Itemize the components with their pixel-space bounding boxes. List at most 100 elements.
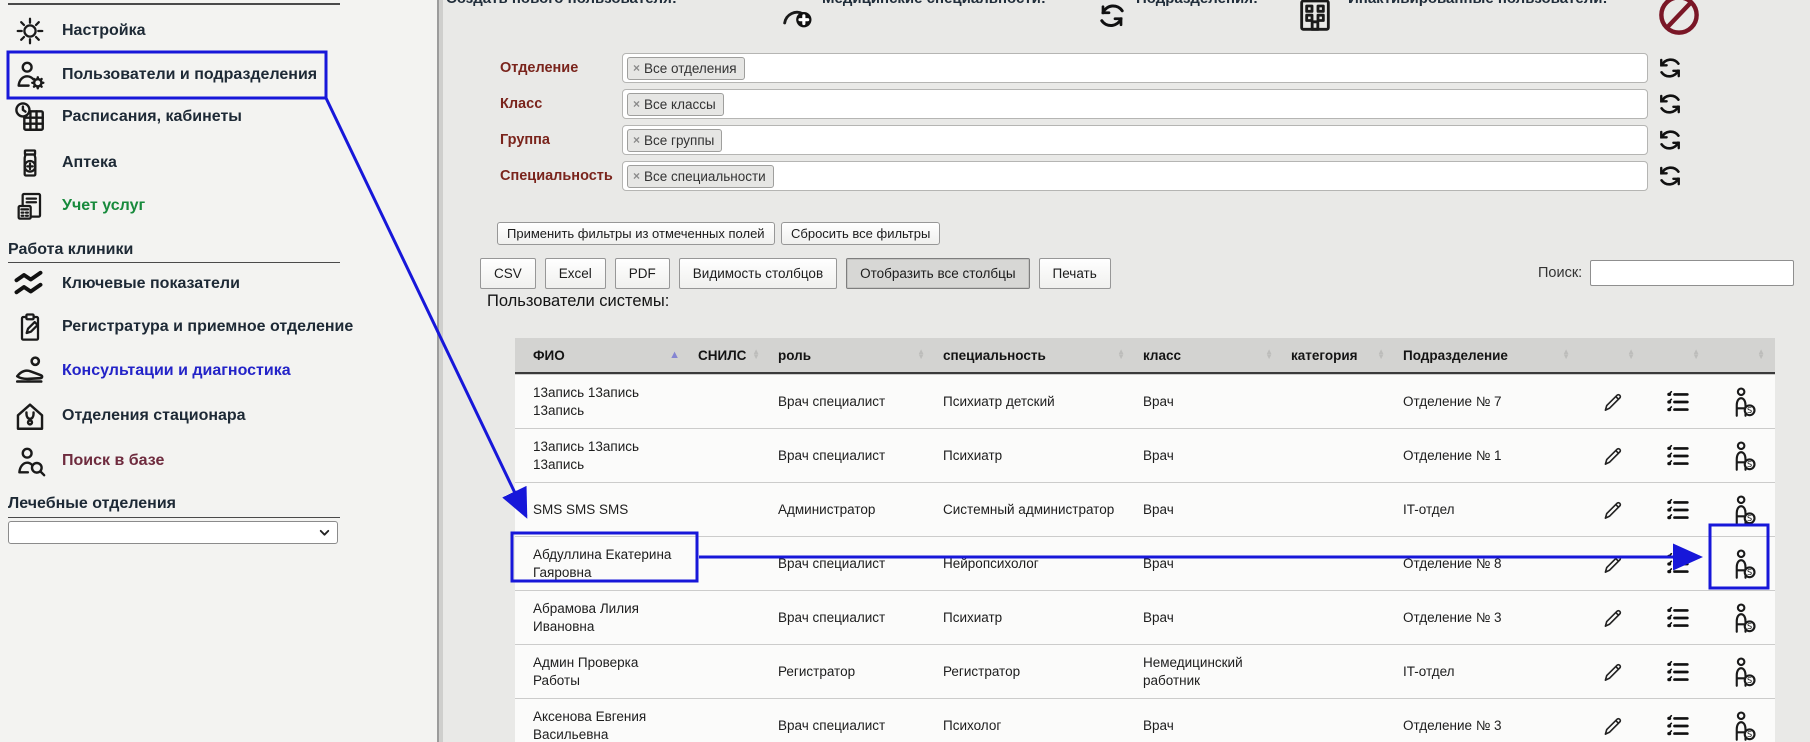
filter-input-класс[interactable]: ×Все классы [622, 89, 1648, 119]
user-payment-icon[interactable]: S [1728, 603, 1758, 633]
apply-filters-button[interactable]: Применить фильтры из отмеченных полей [497, 222, 775, 245]
details-list-icon[interactable] [1663, 387, 1693, 417]
chip-remove-icon[interactable]: × [633, 169, 640, 183]
column-header-actions-1[interactable]: ▲▼ [1580, 338, 1645, 372]
user-payment-icon[interactable]: S [1728, 657, 1758, 687]
sidebar-item-отделения-стационара[interactable]: Отделения стационара [12, 394, 246, 438]
details-list-icon[interactable] [1663, 711, 1693, 741]
column-header-actions-2[interactable]: ▲▼ [1645, 338, 1710, 372]
svg-text:S: S [1747, 567, 1752, 577]
table-row-аксенова[interactable]: Аксенова Евгения ВасильевнаВрач специали… [515, 698, 1775, 742]
cell-category [1283, 699, 1395, 742]
edit-pencil-icon[interactable] [1598, 387, 1628, 417]
column-header-класс[interactable]: класс▲▼ [1135, 338, 1283, 372]
user-payment-icon[interactable]: S [1728, 711, 1758, 741]
sidebar-top-rule [8, 3, 340, 5]
sidebar-item-расписания-кабинеты[interactable]: Расписания, кабинеты [12, 95, 242, 139]
search-input[interactable] [1590, 260, 1794, 286]
topbar-link-инактивированные-пользователи[interactable]: Инактивированные пользователи: [1348, 0, 1607, 7]
sidebar-item-поиск-в-базе[interactable]: Поиск в базе [12, 439, 164, 483]
cell-fio: Админ Проверка Работы [515, 645, 690, 698]
details-list-icon[interactable] [1663, 603, 1693, 633]
column-header-роль[interactable]: роль▲▼ [770, 338, 935, 372]
chip-remove-icon[interactable]: × [633, 97, 640, 111]
cell-action [1580, 591, 1645, 644]
topbar-link-подразделения[interactable]: Подразделения: [1136, 0, 1258, 7]
reset-filters-button[interactable]: Сбросить все фильтры [781, 222, 940, 245]
refresh-icon[interactable] [1655, 89, 1685, 119]
cell-action [1645, 591, 1710, 644]
cell-action [1580, 429, 1645, 482]
details-list-icon[interactable] [1663, 495, 1693, 525]
column-header-снилс[interactable]: СНИЛС▲▼ [690, 338, 770, 372]
filter-input-отделение[interactable]: ×Все отделения [622, 53, 1648, 83]
sidebar-item-пользователи-и-подразделения[interactable]: Пользователи и подразделения [12, 53, 317, 97]
refresh-icon[interactable] [1655, 53, 1685, 83]
topbar-link-создать-нового-пользователя[interactable]: Создать нового пользователя: [446, 0, 677, 7]
cell-specialty: Системный администратор [935, 483, 1135, 536]
sidebar-item-ключевые-показатели[interactable]: Ключевые показатели [12, 262, 240, 306]
cell-action: S [1710, 375, 1775, 428]
toolbar-button-csv[interactable]: CSV [480, 258, 536, 289]
details-list-icon[interactable] [1663, 549, 1693, 579]
sidebar-item-консультации-и-диагностика[interactable]: Консультации и диагностика [12, 349, 291, 393]
cell-department: Отделение № 8 [1395, 537, 1580, 590]
table-row-админ[interactable]: Админ Проверка РаботыРегистраторРегистра… [515, 644, 1775, 698]
column-header-actions-3[interactable]: ▲▼ [1710, 338, 1775, 372]
chip-remove-icon[interactable]: × [633, 61, 640, 75]
departments-building-icon[interactable] [1295, 0, 1335, 43]
cell-department: Отделение № 1 [1395, 429, 1580, 482]
toolbar-button-pdf[interactable]: PDF [615, 258, 670, 289]
edit-pencil-icon[interactable] [1598, 603, 1628, 633]
table-row-абрамова[interactable]: Абрамова Лилия ИвановнаВрач специалистПс… [515, 590, 1775, 644]
svg-text:S: S [1747, 459, 1752, 469]
table-row-абдуллина[interactable]: Абдуллина Екатерина ГаяровнаВрач специал… [515, 536, 1775, 590]
sidebar-item-учет-услуг[interactable]: Учет услуг [12, 184, 145, 228]
toolbar-button-печать[interactable]: Печать [1039, 258, 1111, 289]
inactive-users-ban-icon[interactable] [1656, 0, 1702, 45]
details-list-icon[interactable] [1663, 657, 1693, 687]
med-specialties-sync-icon[interactable] [1094, 0, 1130, 41]
cell-department: IT-отдел [1395, 483, 1580, 536]
toolbar-button-отобразить-все-столбцы[interactable]: Отобразить все столбцы [846, 258, 1029, 289]
edit-pencil-icon[interactable] [1598, 711, 1628, 741]
edit-pencil-icon[interactable] [1598, 495, 1628, 525]
treatment-department-select[interactable] [8, 521, 338, 544]
cell-fio: 13апись 13апись 13апись [515, 375, 690, 428]
column-header-подразделение[interactable]: Подразделение▲▼ [1395, 338, 1580, 372]
toolbar-button-excel[interactable]: Excel [545, 258, 606, 289]
user-payment-icon[interactable]: S [1728, 441, 1758, 471]
user-payment-icon[interactable]: S [1728, 549, 1758, 579]
column-header-фио[interactable]: ФИО▲ [515, 338, 690, 372]
sidebar-item-настройка[interactable]: Настройка [12, 9, 145, 53]
cell-category [1283, 375, 1395, 428]
edit-pencil-icon[interactable] [1598, 441, 1628, 471]
table-row-13апись[interactable]: 13апись 13апись 13аписьВрач специалистПс… [515, 428, 1775, 482]
add-user-icon[interactable] [778, 0, 818, 45]
refresh-icon[interactable] [1655, 161, 1685, 191]
chip-remove-icon[interactable]: × [633, 133, 640, 147]
cell-action [1580, 375, 1645, 428]
table-row-13апись[interactable]: 13апись 13апись 13аписьВрач специалистПс… [515, 374, 1775, 428]
details-list-icon[interactable] [1663, 441, 1693, 471]
column-header-категория[interactable]: категория▲▼ [1283, 338, 1395, 372]
sidebar-item-аптека[interactable]: Аптека [12, 141, 117, 185]
table-search: Поиск: [1538, 260, 1794, 286]
edit-pencil-icon[interactable] [1598, 657, 1628, 687]
toolbar-button-видимость-столбцов[interactable]: Видимость столбцов [679, 258, 837, 289]
user-payment-icon[interactable]: S [1728, 495, 1758, 525]
filter-input-специальность[interactable]: ×Все специальности [622, 161, 1648, 191]
cell-specialty: Психолог [935, 699, 1135, 742]
cell-department: Отделение № 7 [1395, 375, 1580, 428]
cell-class: Немедицинский работник [1135, 645, 1283, 698]
sidebar-item-регистратура-и-приемное-отделение[interactable]: Регистратура и приемное отделение [12, 305, 353, 349]
user-payment-icon[interactable]: S [1728, 387, 1758, 417]
cell-class: Врач [1135, 699, 1283, 742]
filter-input-группа[interactable]: ×Все группы [622, 125, 1648, 155]
column-header-специальность[interactable]: специальность▲▼ [935, 338, 1135, 372]
edit-pencil-icon[interactable] [1598, 549, 1628, 579]
topbar-link-медицинские-специальности[interactable]: Медицинские специальности: [822, 0, 1046, 7]
cell-category [1283, 483, 1395, 536]
table-row-sms[interactable]: SMS SMS SMSАдминистраторСистемный админи… [515, 482, 1775, 536]
refresh-icon[interactable] [1655, 125, 1685, 155]
